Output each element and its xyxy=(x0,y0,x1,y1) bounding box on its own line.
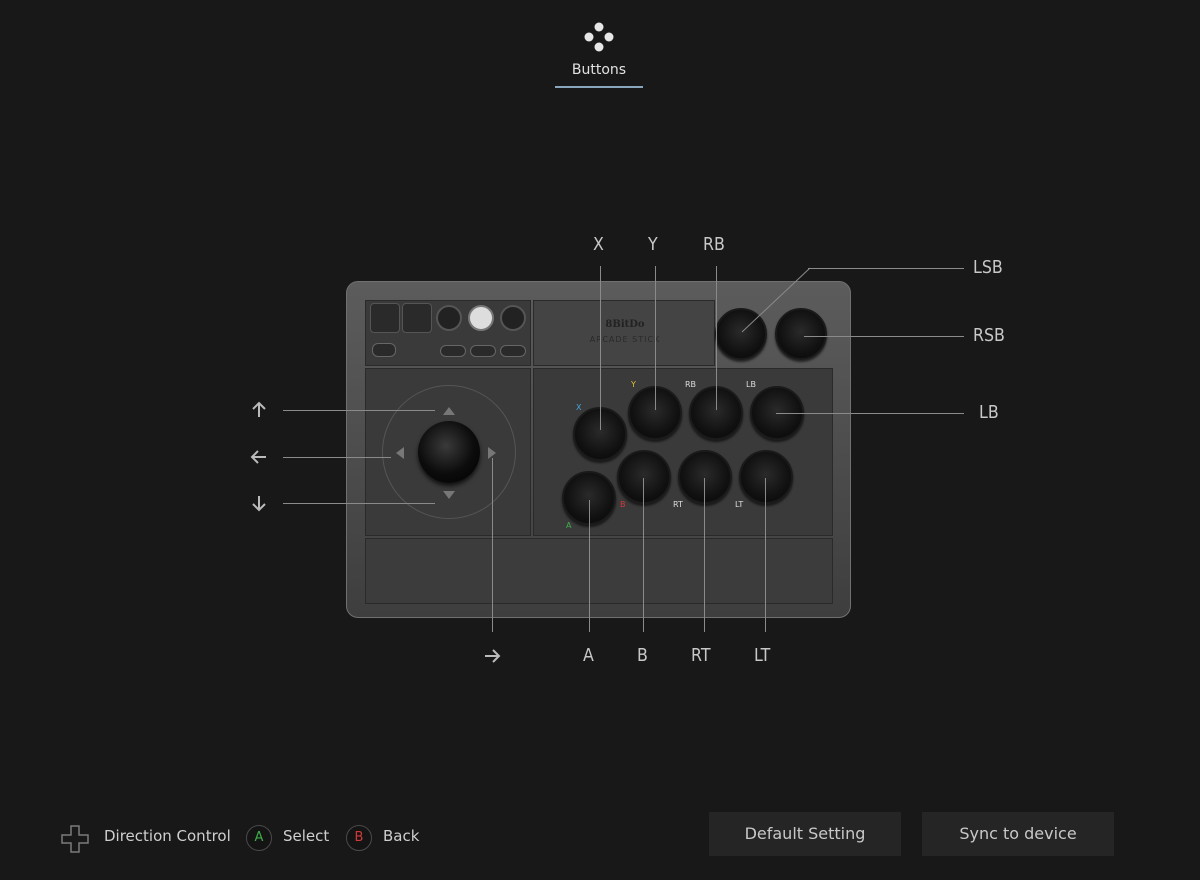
model-name: ARCADE STICK xyxy=(589,335,661,344)
callout-line-rsb xyxy=(804,336,964,337)
hint-back: Back xyxy=(383,827,420,845)
mapping-label-rb: RB xyxy=(703,234,725,255)
mapping-label-rsb: RSB xyxy=(973,325,1005,346)
button-lt[interactable] xyxy=(739,450,793,504)
mapping-label-lb: LB xyxy=(979,402,999,423)
print-lb: LB xyxy=(746,380,756,389)
hint-select: Select xyxy=(283,827,330,845)
stick-area xyxy=(365,368,531,536)
brand-logo: 8BitDo xyxy=(605,319,645,330)
arrow-down-icon xyxy=(252,496,266,512)
arrow-up-icon xyxy=(252,401,266,417)
print-rt: RT xyxy=(673,500,683,509)
control-panel xyxy=(365,300,531,366)
print-y: Y xyxy=(631,380,636,389)
callout-line-left xyxy=(283,457,391,458)
print-x: X xyxy=(576,403,582,412)
logo-panel: 8BitDo ARCADE STICK xyxy=(533,300,715,366)
mapping-label-x: X xyxy=(593,234,604,255)
direction-arrows-icon xyxy=(396,407,496,499)
callout-line-up xyxy=(283,410,435,411)
xbox-home-icon xyxy=(468,305,494,331)
callout-line-a xyxy=(589,500,590,632)
print-a: A xyxy=(566,521,572,530)
button-b[interactable] xyxy=(617,450,671,504)
mode-switch-2 xyxy=(402,303,432,333)
callout-line-right xyxy=(492,458,493,632)
a-button-icon: A xyxy=(246,825,272,851)
hint-direction-control: Direction Control xyxy=(104,827,231,845)
tab-label: Buttons xyxy=(571,62,627,78)
callout-line-b xyxy=(643,478,644,632)
callout-line-lt xyxy=(765,478,766,632)
profile-switch xyxy=(372,343,396,357)
callout-line-x xyxy=(600,266,601,430)
view-button-icon xyxy=(440,345,466,357)
b-button-icon: B xyxy=(346,825,372,851)
callout-line-lsb-h xyxy=(808,268,964,269)
mapping-label-rt: RT xyxy=(691,645,711,666)
mapping-label-lsb: LSB xyxy=(973,257,1003,278)
tab-buttons[interactable]: Buttons xyxy=(555,18,643,88)
tab-active-underline xyxy=(555,86,643,88)
mapping-label-lt: LT xyxy=(754,645,771,666)
print-rb: RB xyxy=(685,380,697,389)
mapping-label-y: Y xyxy=(648,234,658,255)
buttons-icon xyxy=(584,22,614,52)
arrow-left-icon xyxy=(250,450,266,464)
mode-switch-1 xyxy=(370,303,400,333)
start-button-icon xyxy=(500,305,526,331)
mapping-label-a: A xyxy=(583,645,594,666)
print-b: B xyxy=(620,500,626,509)
callout-line-down xyxy=(283,503,435,504)
print-lt: LT xyxy=(735,500,744,509)
default-setting-button[interactable]: Default Setting xyxy=(709,812,901,856)
callout-line-lsb-diag xyxy=(741,267,811,333)
callout-line-rt xyxy=(704,478,705,632)
mapping-label-b: B xyxy=(637,645,648,666)
callout-line-y xyxy=(655,266,656,410)
callout-line-rb xyxy=(716,266,717,410)
sync-to-device-button[interactable]: Sync to device xyxy=(922,812,1114,856)
wrist-rest xyxy=(365,538,833,604)
menu-button-icon xyxy=(500,345,526,357)
select-button-icon xyxy=(436,305,462,331)
arrow-right-icon xyxy=(485,649,501,663)
callout-line-lb xyxy=(776,413,964,414)
dpad-icon xyxy=(61,825,89,853)
button-rt[interactable] xyxy=(678,450,732,504)
share-button-icon xyxy=(470,345,496,357)
